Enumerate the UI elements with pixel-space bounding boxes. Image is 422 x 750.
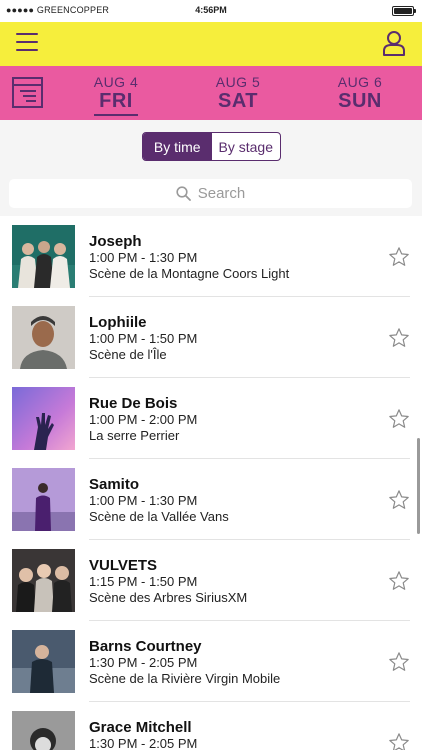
set-time: 1:00 PM - 1:50 PM (89, 331, 198, 346)
view-toggle: By time By stage (142, 132, 281, 161)
stage-name: Scène de la Rivière Virgin Mobile (89, 671, 281, 686)
artist-name: Joseph (89, 233, 142, 250)
artist-name: VULVETS (89, 557, 158, 574)
stage-name: Scène de la Montagne Coors Light (89, 266, 290, 281)
artist-name: Lophiile (89, 314, 147, 331)
day-selector: AUG 4 FRI AUG 5 SAT AUG 6 SUN (0, 66, 422, 120)
star-outline-icon[interactable] (388, 327, 410, 349)
set-time: 1:00 PM - 1:30 PM (89, 250, 198, 265)
stage-name: Scène de l'Île (89, 347, 167, 362)
star-outline-icon[interactable] (388, 489, 410, 511)
artist-photo (12, 387, 75, 450)
tab-date: AUG 4 (93, 74, 139, 90)
artist-name: Samito (89, 476, 140, 493)
performance-list: Joseph 1:00 PM - 1:30 PM Scène de la Mon… (0, 216, 422, 750)
set-time: 1:15 PM - 1:50 PM (89, 574, 198, 589)
list-item[interactable]: Lophiile 1:00 PM - 1:50 PM Scène de l'Îl… (0, 297, 422, 378)
search-input[interactable]: Search (9, 179, 412, 208)
tab-weekday: SAT (217, 90, 258, 112)
scrollbar[interactable] (417, 438, 420, 534)
list-item[interactable]: VULVETS 1:15 PM - 1:50 PM Scène des Arbr… (0, 540, 422, 621)
stage-name: La serre Perrier (89, 428, 180, 443)
list-item[interactable]: Samito 1:00 PM - 1:30 PM Scène de la Val… (0, 459, 422, 540)
stage-name: Scène de la Vallée Vans (89, 509, 229, 524)
set-time: 1:00 PM - 1:30 PM (89, 493, 198, 508)
app-header (0, 22, 422, 66)
set-time: 1:00 PM - 2:00 PM (89, 412, 198, 427)
search-icon (176, 186, 191, 201)
user-icon[interactable] (382, 30, 406, 56)
search-placeholder: Search (197, 185, 246, 202)
star-outline-icon[interactable] (388, 570, 410, 592)
tab-weekday: SUN (338, 90, 382, 112)
tab-day-fri[interactable]: AUG 4 FRI (76, 74, 156, 116)
by-time-button[interactable]: By time (143, 133, 212, 160)
list-item[interactable]: Rue De Bois 1:00 PM - 2:00 PM La serre P… (0, 378, 422, 459)
artist-name: Rue De Bois (89, 395, 178, 412)
tab-date: AUG 6 (337, 74, 383, 90)
star-outline-icon[interactable] (388, 408, 410, 430)
tab-date: AUG 5 (215, 74, 261, 90)
tab-day-sat[interactable]: AUG 5 SAT (198, 74, 278, 112)
artist-name: Grace Mitchell (89, 719, 192, 736)
stage-name: Scène des Arbres SiriusXM (89, 590, 248, 605)
artist-name: Barns Courtney (89, 638, 202, 655)
artist-photo (12, 711, 75, 750)
tab-day-sun[interactable]: AUG 6 SUN (320, 74, 400, 112)
clock: 4:56PM (195, 5, 227, 15)
status-bar: ●●●●● GREENCOPPER 4:56PM (0, 0, 422, 22)
set-time: 1:30 PM - 2:05 PM (89, 655, 198, 670)
artist-photo (12, 549, 75, 612)
filter-icon[interactable] (12, 77, 43, 108)
artist-photo (12, 630, 75, 693)
star-outline-icon[interactable] (388, 732, 410, 750)
list-item[interactable]: Joseph 1:00 PM - 1:30 PM Scène de la Mon… (0, 216, 422, 297)
artist-photo (12, 225, 75, 288)
list-item[interactable]: Barns Courtney 1:30 PM - 2:05 PM Scène d… (0, 621, 422, 702)
star-outline-icon[interactable] (388, 651, 410, 673)
battery-icon (392, 6, 416, 16)
artist-photo (12, 306, 75, 369)
by-stage-button[interactable]: By stage (212, 133, 281, 160)
list-item[interactable]: Grace Mitchell 1:30 PM - 2:05 PM (0, 702, 422, 750)
hamburger-icon[interactable] (16, 33, 38, 55)
active-tab-indicator (94, 114, 138, 116)
artist-photo (12, 468, 75, 531)
tab-weekday: FRI (99, 90, 133, 112)
set-time: 1:30 PM - 2:05 PM (89, 736, 198, 750)
star-outline-icon[interactable] (388, 246, 410, 268)
